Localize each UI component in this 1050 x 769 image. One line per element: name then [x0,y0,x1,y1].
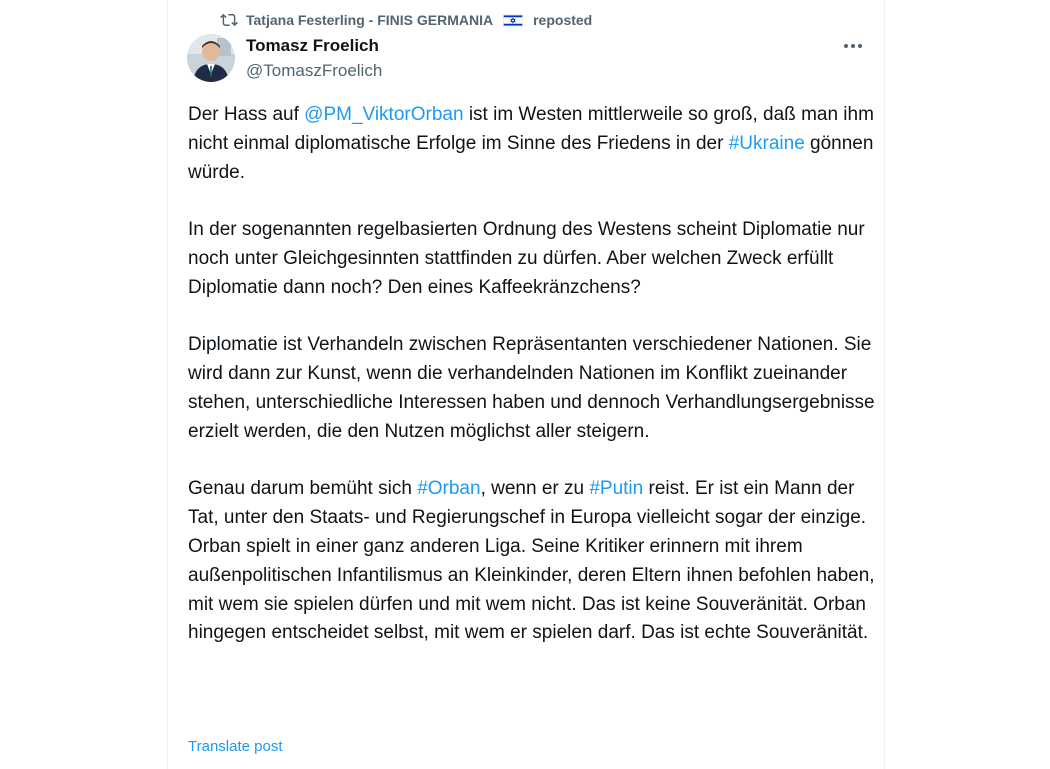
mention-link[interactable]: @PM_ViktorOrban [304,104,463,125]
text-segment: Der Hass auf [188,104,305,125]
post-card: Tatjana Festerling - FINIS GERMANIA repo… [167,0,885,769]
more-options-button[interactable] [840,36,866,56]
text-segment: reist. Er ist ein Mann der Tat, unter de… [188,478,875,644]
repost-indicator: Tatjana Festerling - FINIS GERMANIA repo… [220,10,592,30]
avatar-image [187,34,235,82]
author-name[interactable]: Tomasz Froelich [246,36,379,56]
text-segment: , wenn er zu [480,478,590,500]
repost-icon [220,13,238,27]
repost-user[interactable]: Tatjana Festerling - FINIS GERMANIA [246,12,493,28]
post-paragraph: Genau darum bemüht sich #Orban, wenn er … [188,475,878,648]
post-paragraph: In der sogenannten regelbasierten Ordnun… [188,219,865,298]
text-segment: Genau darum bemüht sich [188,478,418,500]
israel-flag-icon [503,13,523,27]
post-paragraph: Diplomatie ist Verhandeln zwischen Reprä… [188,334,875,442]
hashtag-link[interactable]: #Ukraine [729,133,805,154]
repost-label: reposted [533,12,593,28]
avatar[interactable] [187,34,235,82]
dot-icon [858,44,862,48]
dot-icon [844,44,848,48]
hashtag-link[interactable]: #Orban [417,478,480,499]
translate-post-link[interactable]: Translate post [188,738,283,755]
hashtag-link[interactable]: #Putin [589,478,643,499]
post-paragraph: Der Hass auf @PM_ViktorOrban ist im West… [188,101,878,187]
dot-icon [851,44,855,48]
author-handle[interactable]: @TomaszFroelich [246,61,382,81]
post-text: Der Hass auf @PM_ViktorOrban ist im West… [188,101,878,648]
